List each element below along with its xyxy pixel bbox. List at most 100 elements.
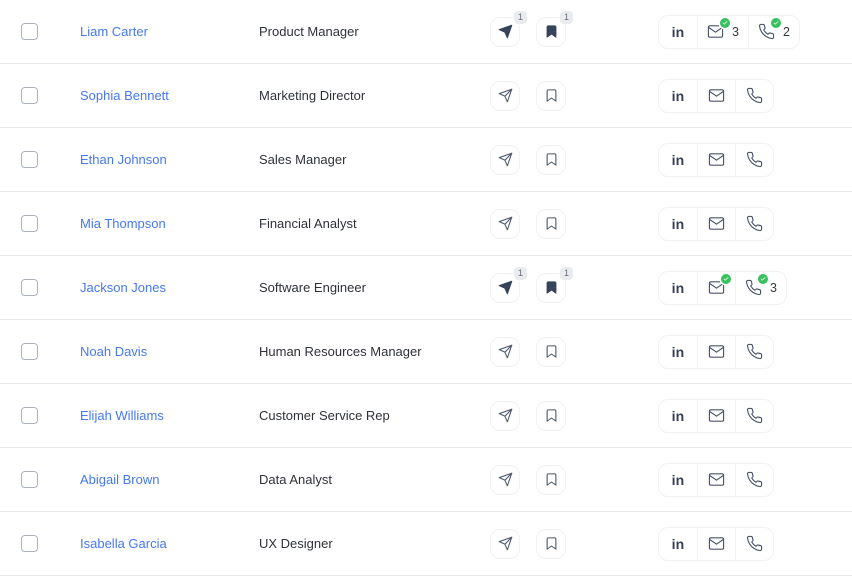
bookmark-button[interactable] <box>536 81 566 111</box>
checkbox-cell <box>0 279 80 296</box>
bookmark-button[interactable] <box>536 145 566 175</box>
phone-button[interactable] <box>735 464 773 496</box>
email-button[interactable] <box>697 144 735 176</box>
bookmark-button[interactable] <box>536 337 566 367</box>
send-message-button[interactable] <box>490 401 520 431</box>
row-checkbox[interactable] <box>21 215 38 232</box>
title-cell: UX Designer <box>259 536 490 551</box>
send-icon <box>498 472 513 487</box>
actions-cell <box>490 465 658 495</box>
check-icon <box>722 20 728 26</box>
email-button[interactable] <box>697 80 735 112</box>
table-row: Noah Davis Human Resources Manager <box>0 320 852 384</box>
bookmark-button[interactable]: 1 <box>536 17 566 47</box>
linkedin-icon: in <box>672 536 685 552</box>
phone-button[interactable] <box>735 208 773 240</box>
email-icon <box>708 343 725 360</box>
send-message-button[interactable] <box>490 529 520 559</box>
contact-cell: in <box>658 143 852 177</box>
bookmark-button[interactable] <box>536 529 566 559</box>
send-message-button[interactable] <box>490 81 520 111</box>
phone-button[interactable] <box>735 528 773 560</box>
row-checkbox[interactable] <box>21 279 38 296</box>
linkedin-button[interactable]: in <box>659 16 697 48</box>
linkedin-button[interactable]: in <box>659 80 697 112</box>
bookmark-button[interactable]: 1 <box>536 273 566 303</box>
name-cell: Noah Davis <box>80 344 259 359</box>
email-icon <box>708 535 725 552</box>
linkedin-icon: in <box>672 216 685 232</box>
send-message-button[interactable] <box>490 145 520 175</box>
row-checkbox[interactable] <box>21 343 38 360</box>
email-icon <box>708 407 725 424</box>
send-icon <box>498 88 513 103</box>
send-message-button[interactable] <box>490 337 520 367</box>
contact-name-link[interactable]: Abigail Brown <box>80 472 160 487</box>
bookmark-icon <box>544 536 559 551</box>
contact-name-link[interactable]: Noah Davis <box>80 344 147 359</box>
linkedin-icon: in <box>672 472 685 488</box>
linkedin-button[interactable]: in <box>659 272 697 304</box>
send-message-button[interactable]: 1 <box>490 273 520 303</box>
contact-name-link[interactable]: Sophia Bennett <box>80 88 169 103</box>
phone-button[interactable]: 3 <box>735 272 786 304</box>
phone-button[interactable] <box>735 400 773 432</box>
contact-name-link[interactable]: Liam Carter <box>80 24 148 39</box>
contact-methods-group: in <box>658 271 787 305</box>
linkedin-button[interactable]: in <box>659 528 697 560</box>
title-cell: Data Analyst <box>259 472 490 487</box>
email-button[interactable]: 3 <box>697 16 748 48</box>
send-message-button[interactable]: 1 <box>490 17 520 47</box>
row-checkbox[interactable] <box>21 23 38 40</box>
linkedin-button[interactable]: in <box>659 144 697 176</box>
linkedin-button[interactable]: in <box>659 336 697 368</box>
email-count: 3 <box>732 25 739 39</box>
send-icon <box>498 280 513 295</box>
contact-name-link[interactable]: Jackson Jones <box>80 280 166 295</box>
bookmark-button[interactable] <box>536 209 566 239</box>
email-button[interactable] <box>697 208 735 240</box>
linkedin-button[interactable]: in <box>659 464 697 496</box>
send-count-badge: 1 <box>514 267 527 280</box>
phone-icon <box>746 87 763 104</box>
linkedin-button[interactable]: in <box>659 208 697 240</box>
phone-count: 3 <box>770 281 777 295</box>
checkbox-cell <box>0 471 80 488</box>
linkedin-button[interactable]: in <box>659 400 697 432</box>
send-message-button[interactable] <box>490 209 520 239</box>
phone-button[interactable] <box>735 80 773 112</box>
name-cell: Abigail Brown <box>80 472 259 487</box>
phone-button[interactable]: 2 <box>748 16 799 48</box>
row-checkbox[interactable] <box>21 87 38 104</box>
contact-name-link[interactable]: Elijah Williams <box>80 408 164 423</box>
email-button[interactable] <box>697 400 735 432</box>
row-checkbox[interactable] <box>21 407 38 424</box>
bookmark-button[interactable] <box>536 401 566 431</box>
linkedin-icon: in <box>672 88 685 104</box>
send-message-button[interactable] <box>490 465 520 495</box>
email-button[interactable] <box>697 272 735 304</box>
table-row: Abigail Brown Data Analyst <box>0 448 852 512</box>
row-checkbox[interactable] <box>21 535 38 552</box>
contact-name-link[interactable]: Ethan Johnson <box>80 152 167 167</box>
phone-verified-badge <box>771 18 781 28</box>
table-row: Liam Carter Product Manager 1 1 <box>0 0 852 64</box>
email-button[interactable] <box>697 464 735 496</box>
contact-name-link[interactable]: Isabella Garcia <box>80 536 167 551</box>
row-checkbox[interactable] <box>21 471 38 488</box>
email-button[interactable] <box>697 336 735 368</box>
phone-button[interactable] <box>735 144 773 176</box>
title-cell: Marketing Director <box>259 88 490 103</box>
checkbox-cell <box>0 151 80 168</box>
table-row: Elijah Williams Customer Service Rep <box>0 384 852 448</box>
contact-name-link[interactable]: Mia Thompson <box>80 216 166 231</box>
phone-button[interactable] <box>735 336 773 368</box>
contact-cell: in <box>658 335 852 369</box>
actions-cell <box>490 401 658 431</box>
bookmark-button[interactable] <box>536 465 566 495</box>
job-title: Sales Manager <box>259 152 346 167</box>
bookmark-icon <box>544 88 559 103</box>
row-checkbox[interactable] <box>21 151 38 168</box>
email-button[interactable] <box>697 528 735 560</box>
phone-icon <box>746 471 763 488</box>
